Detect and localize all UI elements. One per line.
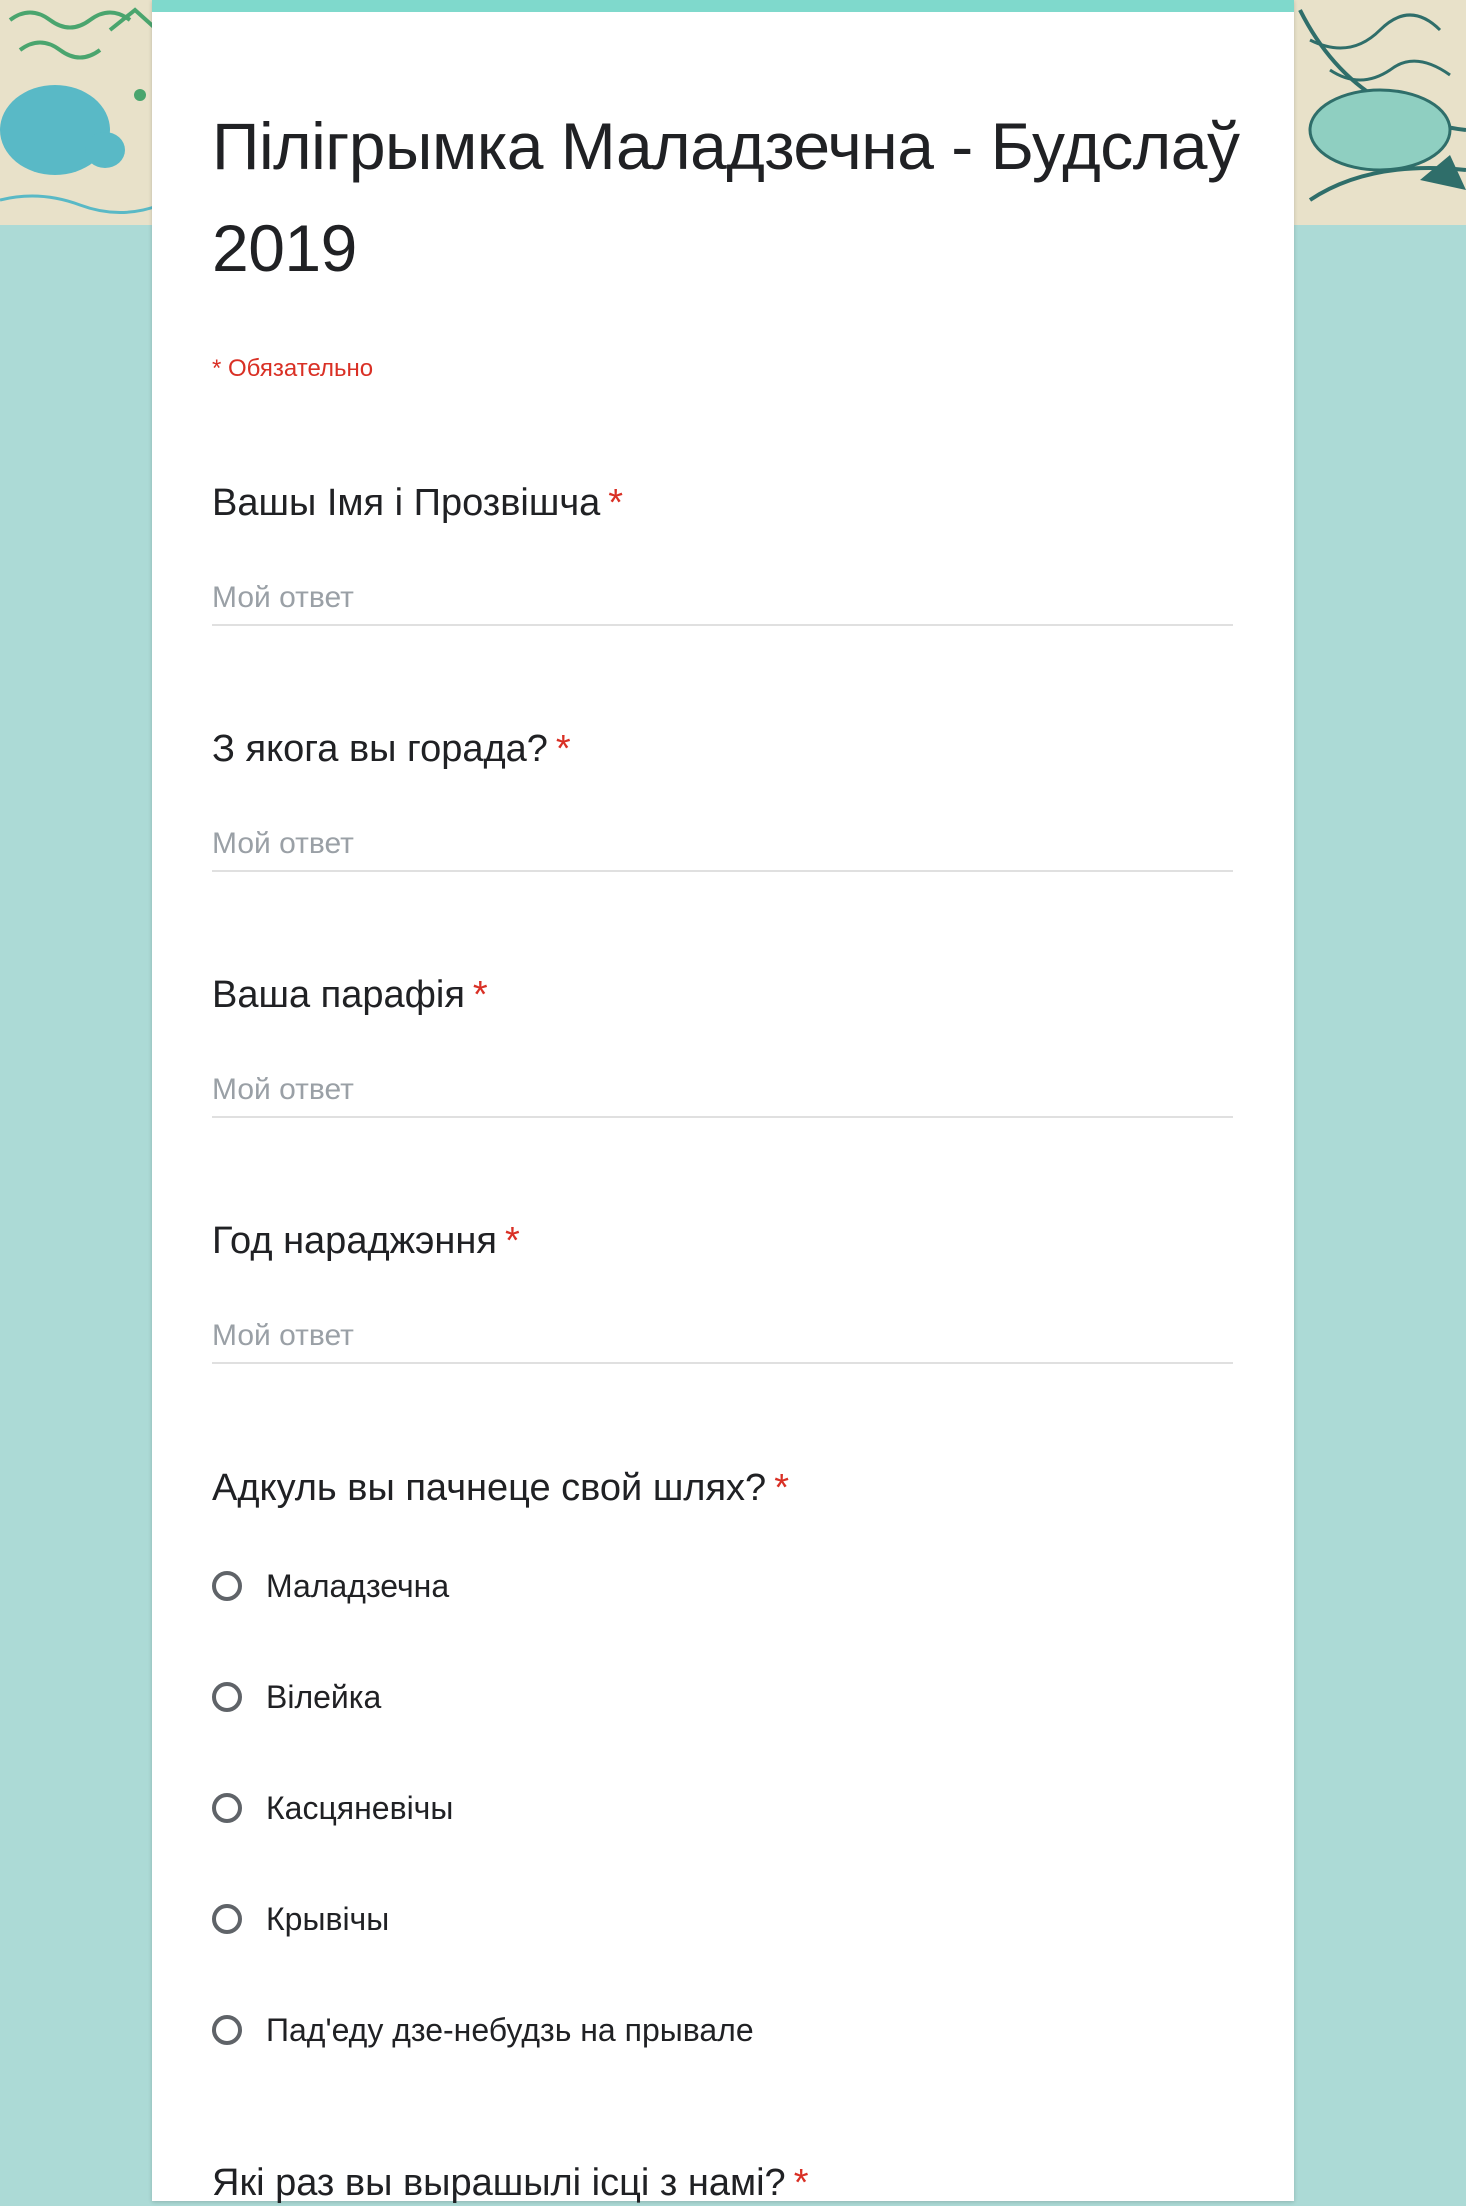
name-answer-input[interactable] xyxy=(212,572,1233,626)
radio-option-kastsianevichy[interactable]: Касцяневічы xyxy=(212,1783,453,1833)
radio-option-label: Крывічы xyxy=(266,1900,390,1937)
required-star: * xyxy=(774,1467,789,1509)
required-star: * xyxy=(555,728,571,770)
radio-button[interactable] xyxy=(212,1793,242,1823)
question-times-joined-label: Які раз вы вырашылі ісці з намі? * xyxy=(212,2160,809,2206)
question-text: Ваша парафія xyxy=(212,974,465,1016)
radio-option-label: Маладзечна xyxy=(266,1567,450,1604)
radio-option-join-at-rest-stop[interactable]: Пад'еду дзе-небудзь на прывале xyxy=(212,2005,754,2055)
city-answer-input[interactable] xyxy=(212,818,1233,872)
form-title: Пілігрымка Маладзечна - Будслаў 2019 xyxy=(212,109,1240,285)
radio-button[interactable] xyxy=(212,2015,242,2045)
radio-option-label: Касцяневічы xyxy=(266,1789,454,1826)
question-text: Адкуль вы пачнеце свой шлях? xyxy=(212,1467,767,1509)
required-star: * xyxy=(793,2162,809,2204)
radio-option-maladzechna[interactable]: Маладзечна xyxy=(212,1561,449,1611)
question-text: З якога вы горада? xyxy=(212,728,548,770)
question-city-label: З якога вы горада? * xyxy=(212,726,571,772)
card-accent-bar xyxy=(152,0,1294,12)
question-text: Год нараджэння xyxy=(212,1220,497,1262)
question-name-label: Вашы Імя і Прозвішча * xyxy=(212,480,623,526)
radio-option-label: Вілейка xyxy=(266,1678,382,1715)
form-card: Пілігрымка Маладзечна - Будслаў 2019 * О… xyxy=(152,0,1294,2204)
radio-button[interactable] xyxy=(212,1571,242,1601)
parish-answer-input[interactable] xyxy=(212,1064,1233,1118)
question-birth-year-label: Год нараджэння * xyxy=(212,1218,520,1264)
required-star: * xyxy=(472,974,488,1016)
radio-option-vileika[interactable]: Вілейка xyxy=(212,1672,381,1722)
required-star: * xyxy=(504,1220,520,1262)
question-parish-label: Ваша парафія * xyxy=(212,972,488,1018)
question-start-point-label: Адкуль вы пачнеце свой шлях? * xyxy=(212,1465,789,1511)
radio-option-kryvichy[interactable]: Крывічы xyxy=(212,1894,389,1944)
question-text: Які раз вы вырашылі ісці з намі? xyxy=(212,2162,786,2204)
radio-option-label: Пад'еду дзе-небудзь на прывале xyxy=(266,2011,754,2048)
required-star: * xyxy=(608,482,624,524)
birth-year-answer-input[interactable] xyxy=(212,1310,1233,1364)
radio-button[interactable] xyxy=(212,1904,242,1934)
radio-button[interactable] xyxy=(212,1682,242,1712)
required-note: * Обязательно xyxy=(212,355,374,382)
question-text: Вашы Імя і Прозвішча xyxy=(212,482,601,524)
